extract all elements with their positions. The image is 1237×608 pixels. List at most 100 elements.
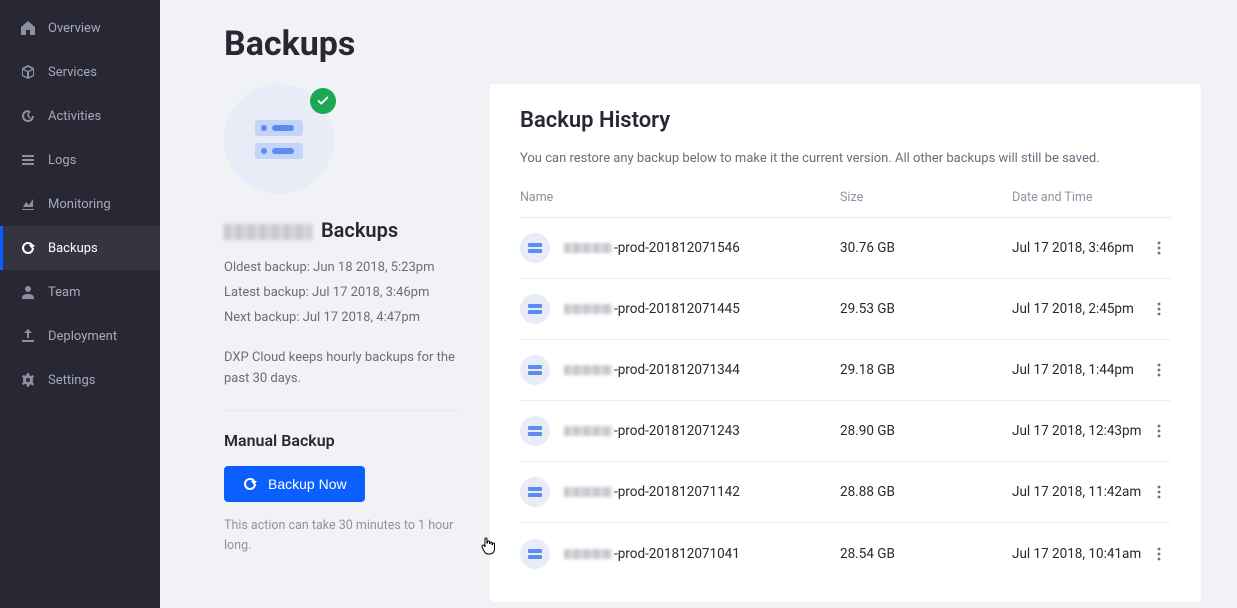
- sidebar-item-label: Deployment: [48, 329, 117, 344]
- sidebar: Overview Services Activities Logs Monitoring…: [0, 0, 160, 608]
- row-actions-button[interactable]: [1147, 240, 1171, 256]
- kebab-icon: [1151, 423, 1167, 439]
- cell-date: Jul 17 2018, 11:42am: [1012, 484, 1147, 500]
- manual-backup-heading: Manual Backup: [224, 431, 460, 450]
- check-icon: [310, 88, 336, 114]
- main-content: Backups Backups Old: [160, 0, 1237, 608]
- col-name: Name: [520, 190, 840, 205]
- backup-item-icon: [520, 416, 550, 446]
- backup-history-title: Backup History: [520, 108, 1171, 133]
- cell-size: 28.88 GB: [840, 484, 1012, 500]
- backup-item-icon: [520, 355, 550, 385]
- cell-size: 28.54 GB: [840, 546, 1012, 562]
- redacted-project-name: [224, 224, 312, 240]
- sidebar-item-label: Team: [48, 285, 81, 300]
- backup-duration-hint: This action can take 30 minutes to 1 hou…: [224, 516, 460, 556]
- redacted-prefix: [564, 426, 612, 436]
- sidebar-item-deployment[interactable]: Deployment: [0, 314, 160, 358]
- cell-size: 29.53 GB: [840, 301, 1012, 317]
- cell-date: Jul 17 2018, 1:44pm: [1012, 362, 1147, 378]
- cell-size: 30.76 GB: [840, 240, 1012, 256]
- refresh-icon: [20, 240, 36, 256]
- user-icon: [20, 284, 36, 300]
- cell-name: -prod-201812071546: [520, 233, 840, 263]
- oldest-backup-line: Oldest backup: Jun 18 2018, 5:23pm: [224, 258, 460, 279]
- sidebar-item-label: Logs: [48, 153, 76, 168]
- sidebar-item-label: Services: [48, 65, 97, 80]
- cell-date: Jul 17 2018, 3:46pm: [1012, 240, 1147, 256]
- refresh-icon: [242, 476, 258, 492]
- sidebar-item-label: Overview: [48, 21, 101, 36]
- sidebar-item-team[interactable]: Team: [0, 270, 160, 314]
- backup-history-description: You can restore any backup below to make…: [520, 151, 1171, 166]
- redacted-prefix: [564, 243, 612, 253]
- backup-item-icon: [520, 539, 550, 569]
- sidebar-item-backups[interactable]: Backups: [0, 226, 160, 270]
- backup-name: -prod-201812071344: [564, 362, 740, 378]
- divider: [224, 410, 460, 411]
- cell-name: -prod-201812071142: [520, 477, 840, 507]
- table-row: -prod-201812071344 29.18 GBJul 17 2018, 1…: [520, 340, 1171, 401]
- cell-name: -prod-201812071243: [520, 416, 840, 446]
- backup-item-icon: [520, 294, 550, 324]
- backup-rows: -prod-20181207154630.76 GBJul 17 2018, 3…: [520, 218, 1171, 584]
- page-title: Backups: [224, 24, 1201, 64]
- kebab-icon: [1151, 301, 1167, 317]
- next-backup-line: Next backup: Jul 17 2018, 4:47pm: [224, 308, 460, 329]
- backup-history-card: Backup History You can restore any backu…: [490, 84, 1201, 602]
- table-row: -prod-20181207104128.54 GBJul 17 2018, 1…: [520, 523, 1171, 584]
- sidebar-item-label: Activities: [48, 109, 101, 124]
- row-actions-button[interactable]: [1147, 362, 1171, 378]
- table-header: Name Size Date and Time: [520, 190, 1171, 218]
- backup-item-icon: [520, 477, 550, 507]
- row-actions-button[interactable]: [1147, 484, 1171, 500]
- col-date: Date and Time: [1012, 190, 1171, 205]
- backup-name: -prod-201812071142: [564, 484, 740, 500]
- kebab-icon: [1151, 546, 1167, 562]
- backup-info-panel: Backups Oldest backup: Jun 18 2018, 5:23…: [224, 84, 460, 556]
- sidebar-item-label: Settings: [48, 373, 95, 388]
- sidebar-item-activities[interactable]: Activities: [0, 94, 160, 138]
- backup-name: -prod-201812071445: [564, 301, 740, 317]
- backup-status-badge: [224, 84, 334, 194]
- kebab-icon: [1151, 484, 1167, 500]
- cell-name: -prod-201812071445: [520, 294, 840, 324]
- backup-now-button[interactable]: Backup Now: [224, 466, 365, 502]
- upload-icon: [20, 328, 36, 344]
- cell-size: 28.90 GB: [840, 423, 1012, 439]
- latest-backup-line: Latest backup: Jul 17 2018, 3:46pm: [224, 283, 460, 304]
- sidebar-item-label: Monitoring: [48, 197, 111, 212]
- kebab-icon: [1151, 362, 1167, 378]
- backup-name: -prod-201812071243: [564, 423, 740, 439]
- sidebar-item-label: Backups: [48, 241, 98, 256]
- sidebar-item-overview[interactable]: Overview: [0, 6, 160, 50]
- table-row: -prod-201812071445 29.53 GBJul 17 2018, 2…: [520, 279, 1171, 340]
- row-actions-button[interactable]: [1147, 423, 1171, 439]
- sidebar-item-settings[interactable]: Settings: [0, 358, 160, 402]
- project-backups-heading: Backups: [224, 218, 460, 242]
- sidebar-item-logs[interactable]: Logs: [0, 138, 160, 182]
- row-actions-button[interactable]: [1147, 546, 1171, 562]
- chart-icon: [20, 196, 36, 212]
- cell-name: -prod-201812071041: [520, 539, 840, 569]
- sidebar-item-monitoring[interactable]: Monitoring: [0, 182, 160, 226]
- cube-icon: [20, 64, 36, 80]
- cell-date: Jul 17 2018, 12:43pm: [1012, 423, 1147, 439]
- col-size: Size: [840, 190, 1012, 205]
- retention-note: DXP Cloud keeps hourly backups for the p…: [224, 348, 460, 390]
- redacted-prefix: [564, 487, 612, 497]
- home-icon: [20, 20, 36, 36]
- table-row: -prod-20181207154630.76 GBJul 17 2018, 3…: [520, 218, 1171, 279]
- redacted-prefix: [564, 365, 612, 375]
- list-icon: [20, 152, 36, 168]
- cell-size: 29.18 GB: [840, 362, 1012, 378]
- sidebar-item-services[interactable]: Services: [0, 50, 160, 94]
- row-actions-button[interactable]: [1147, 301, 1171, 317]
- table-row: -prod-201812071142 28.88 GBJul 17 2018, 1…: [520, 462, 1171, 523]
- gear-icon: [20, 372, 36, 388]
- backup-name: -prod-201812071041: [564, 546, 740, 562]
- kebab-icon: [1151, 240, 1167, 256]
- backup-item-icon: [520, 233, 550, 263]
- cell-date: Jul 17 2018, 2:45pm: [1012, 301, 1147, 317]
- redacted-prefix: [564, 549, 612, 559]
